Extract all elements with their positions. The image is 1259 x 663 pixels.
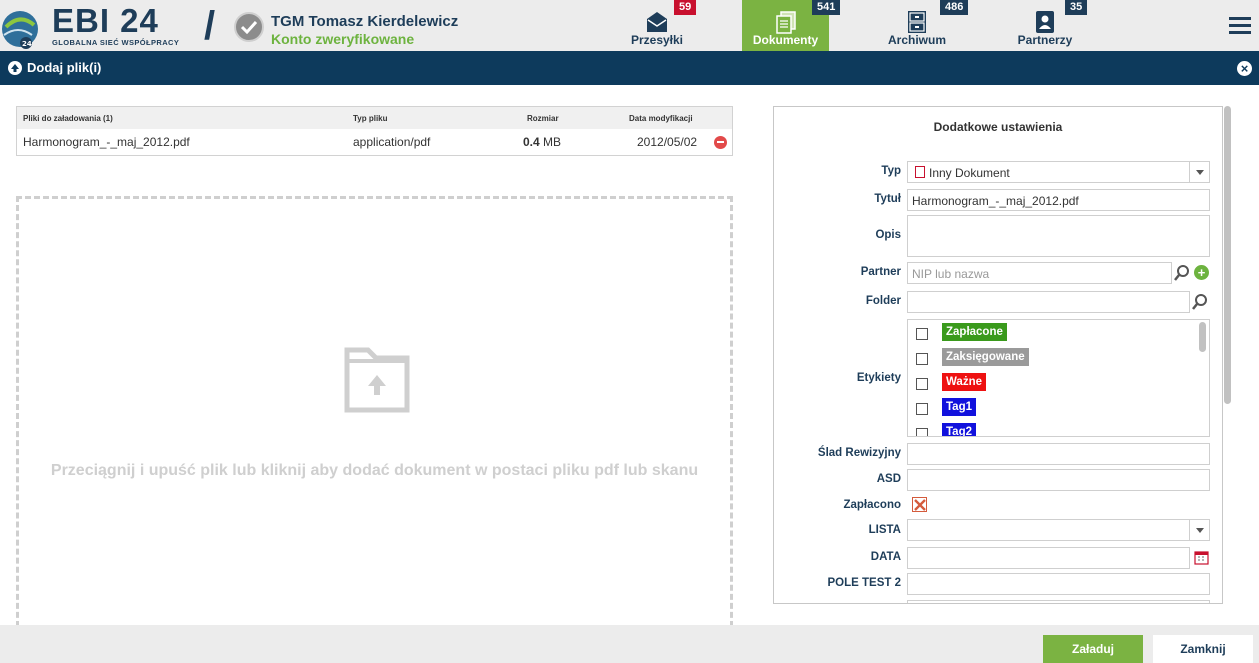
file-name: Harmonogram_-_maj_2012.pdf bbox=[23, 135, 190, 149]
file-drop-zone[interactable]: Przeciągnij i upuść plik lub kliknij aby… bbox=[16, 196, 733, 636]
tytul-label: Tytuł bbox=[874, 193, 901, 205]
asd-input[interactable] bbox=[907, 469, 1210, 491]
opis-textarea[interactable] bbox=[907, 215, 1210, 257]
upload-arrow-icon bbox=[8, 61, 22, 75]
column-header-date: Data modyfikacji bbox=[629, 114, 693, 123]
upload-button[interactable]: Załaduj bbox=[1043, 635, 1143, 663]
envelope-icon bbox=[645, 10, 669, 34]
typ-select[interactable]: Inny Dokument bbox=[907, 161, 1210, 183]
drop-zone-hint: Przeciągnij i upuść plik lub kliknij aby… bbox=[50, 462, 699, 479]
nav-badge-count: 59 bbox=[674, 0, 697, 15]
file-date: 2012/05/02 bbox=[637, 135, 698, 149]
files-to-upload-table: Pliki do załadowania (1) Typ pliku Rozmi… bbox=[16, 106, 733, 156]
folder-label: Folder bbox=[865, 295, 901, 307]
nav-partnerzy[interactable]: 35 Partnerzy bbox=[1008, 0, 1088, 51]
etykiety-label: Etykiety bbox=[856, 372, 901, 384]
tag-checkbox[interactable] bbox=[916, 428, 928, 436]
table-row: Harmonogram_-_maj_2012.pdf application/p… bbox=[17, 129, 732, 155]
folder-upload-icon bbox=[344, 347, 410, 418]
typ-label: Typ bbox=[881, 165, 901, 177]
tag-label: Tag1 bbox=[942, 398, 976, 416]
table-header: Pliki do załadowania (1) Typ pliku Rozmi… bbox=[17, 107, 732, 129]
documents-icon bbox=[774, 10, 798, 34]
check-circle-icon bbox=[234, 12, 264, 42]
slad-input[interactable] bbox=[907, 443, 1210, 465]
chevron-down-icon[interactable] bbox=[1189, 162, 1209, 182]
slad-label: Ślad Rewizyjny bbox=[817, 447, 901, 459]
dialog-title: Dodaj plik(i) bbox=[27, 60, 102, 75]
nav-badge-count: 35 bbox=[1065, 0, 1088, 15]
tags-list[interactable]: Zapłacone Zaksięgowane Ważne Tag1 Tag2 bbox=[907, 319, 1210, 437]
nav-label: Przesyłki bbox=[630, 33, 684, 47]
tag-label: Zaksięgowane bbox=[942, 348, 1029, 366]
partner-input[interactable]: NIP lub nazwa bbox=[907, 262, 1172, 284]
file-size-value: 0.4 bbox=[523, 135, 540, 149]
logo-text: EBI 24 bbox=[52, 2, 159, 39]
tag-checkbox[interactable] bbox=[916, 353, 928, 365]
nav-badge-count: 486 bbox=[940, 0, 969, 15]
tag-label: Tag2 bbox=[942, 423, 976, 436]
zaplacono-checkbox[interactable] bbox=[912, 497, 927, 512]
opis-label: Opis bbox=[875, 229, 901, 241]
dialog-title-bar: Dodaj plik(i) × bbox=[0, 51, 1259, 85]
nav-przesylki[interactable]: 59 Przesyłki bbox=[620, 0, 697, 51]
nav-dokumenty[interactable]: 541 Dokumenty bbox=[742, 0, 841, 51]
additional-settings-panel: Dodatkowe ustawienia Typ Inny Dokument T… bbox=[773, 106, 1223, 604]
document-type-icon bbox=[915, 166, 925, 178]
globe-24-icon: 24 bbox=[0, 5, 44, 49]
tag-checkbox[interactable] bbox=[916, 378, 928, 390]
file-type: application/pdf bbox=[353, 135, 431, 149]
logo-subtitle: GLOBALNA SIEĆ WSPÓŁPRACY bbox=[52, 38, 180, 47]
close-button[interactable]: Zamknij bbox=[1153, 635, 1253, 663]
column-header-type: Typ pliku bbox=[353, 114, 388, 123]
menu-hamburger-icon[interactable] bbox=[1229, 17, 1251, 37]
svg-text:24: 24 bbox=[22, 40, 32, 48]
settings-scrollbar[interactable] bbox=[1224, 106, 1231, 404]
chevron-down-icon[interactable] bbox=[1189, 520, 1209, 540]
company-name: TGM Tomasz Kierdelewicz bbox=[271, 13, 459, 30]
lista-label: LISTA bbox=[868, 524, 901, 536]
column-header-size: Rozmiar bbox=[527, 114, 559, 123]
folder-search-icon[interactable] bbox=[1190, 291, 1210, 313]
data-input[interactable] bbox=[907, 547, 1190, 569]
next-field-input[interactable] bbox=[907, 600, 1210, 603]
data-label: DATA bbox=[870, 551, 901, 563]
tag-checkbox[interactable] bbox=[916, 328, 928, 340]
dialog-footer: Załaduj Zamknij bbox=[0, 625, 1259, 663]
add-partner-icon[interactable]: + bbox=[1194, 265, 1209, 280]
contact-book-icon bbox=[1033, 10, 1057, 34]
typ-value: Inny Dokument bbox=[929, 166, 1010, 180]
nav-label: Archiwum bbox=[887, 33, 946, 47]
close-dialog-icon[interactable]: × bbox=[1237, 61, 1252, 76]
archive-cabinet-icon bbox=[905, 10, 929, 34]
column-header-name: Pliki do załadowania (1) bbox=[23, 114, 113, 123]
file-size: 0.4 MB bbox=[523, 135, 561, 149]
pole-test-input[interactable] bbox=[907, 573, 1210, 595]
header-separator: / bbox=[204, 4, 216, 48]
folder-input[interactable] bbox=[907, 291, 1190, 313]
partner-label: Partner bbox=[860, 266, 901, 278]
tytul-input[interactable]: Harmonogram_-_maj_2012.pdf bbox=[907, 189, 1210, 211]
file-size-unit: MB bbox=[543, 135, 562, 149]
lista-select[interactable] bbox=[907, 519, 1210, 541]
nav-archiwum[interactable]: 486 Archiwum bbox=[878, 0, 969, 51]
settings-title: Dodatkowe ustawienia bbox=[933, 120, 1063, 134]
partner-search-icon[interactable] bbox=[1172, 262, 1192, 284]
remove-file-icon[interactable] bbox=[714, 136, 727, 149]
calendar-icon[interactable] bbox=[1194, 550, 1209, 565]
nav-label: Dokumenty bbox=[752, 33, 819, 47]
zaplacono-label: Zapłacono bbox=[843, 499, 901, 511]
nav-label: Partnerzy bbox=[1017, 33, 1073, 47]
top-bar: 24 EBI 24 GLOBALNA SIEĆ WSPÓŁPRACY / TGM… bbox=[0, 0, 1259, 51]
tags-scrollbar[interactable] bbox=[1199, 322, 1206, 352]
tag-checkbox[interactable] bbox=[916, 403, 928, 415]
asd-label: ASD bbox=[876, 473, 901, 485]
tag-label: Zapłacone bbox=[942, 323, 1007, 341]
tag-label: Ważne bbox=[942, 373, 986, 391]
pole-test-label: POLE TEST 2 bbox=[827, 577, 902, 589]
account-verified-label: Konto zweryfikowane bbox=[271, 31, 415, 47]
nav-badge-count: 541 bbox=[812, 0, 841, 15]
